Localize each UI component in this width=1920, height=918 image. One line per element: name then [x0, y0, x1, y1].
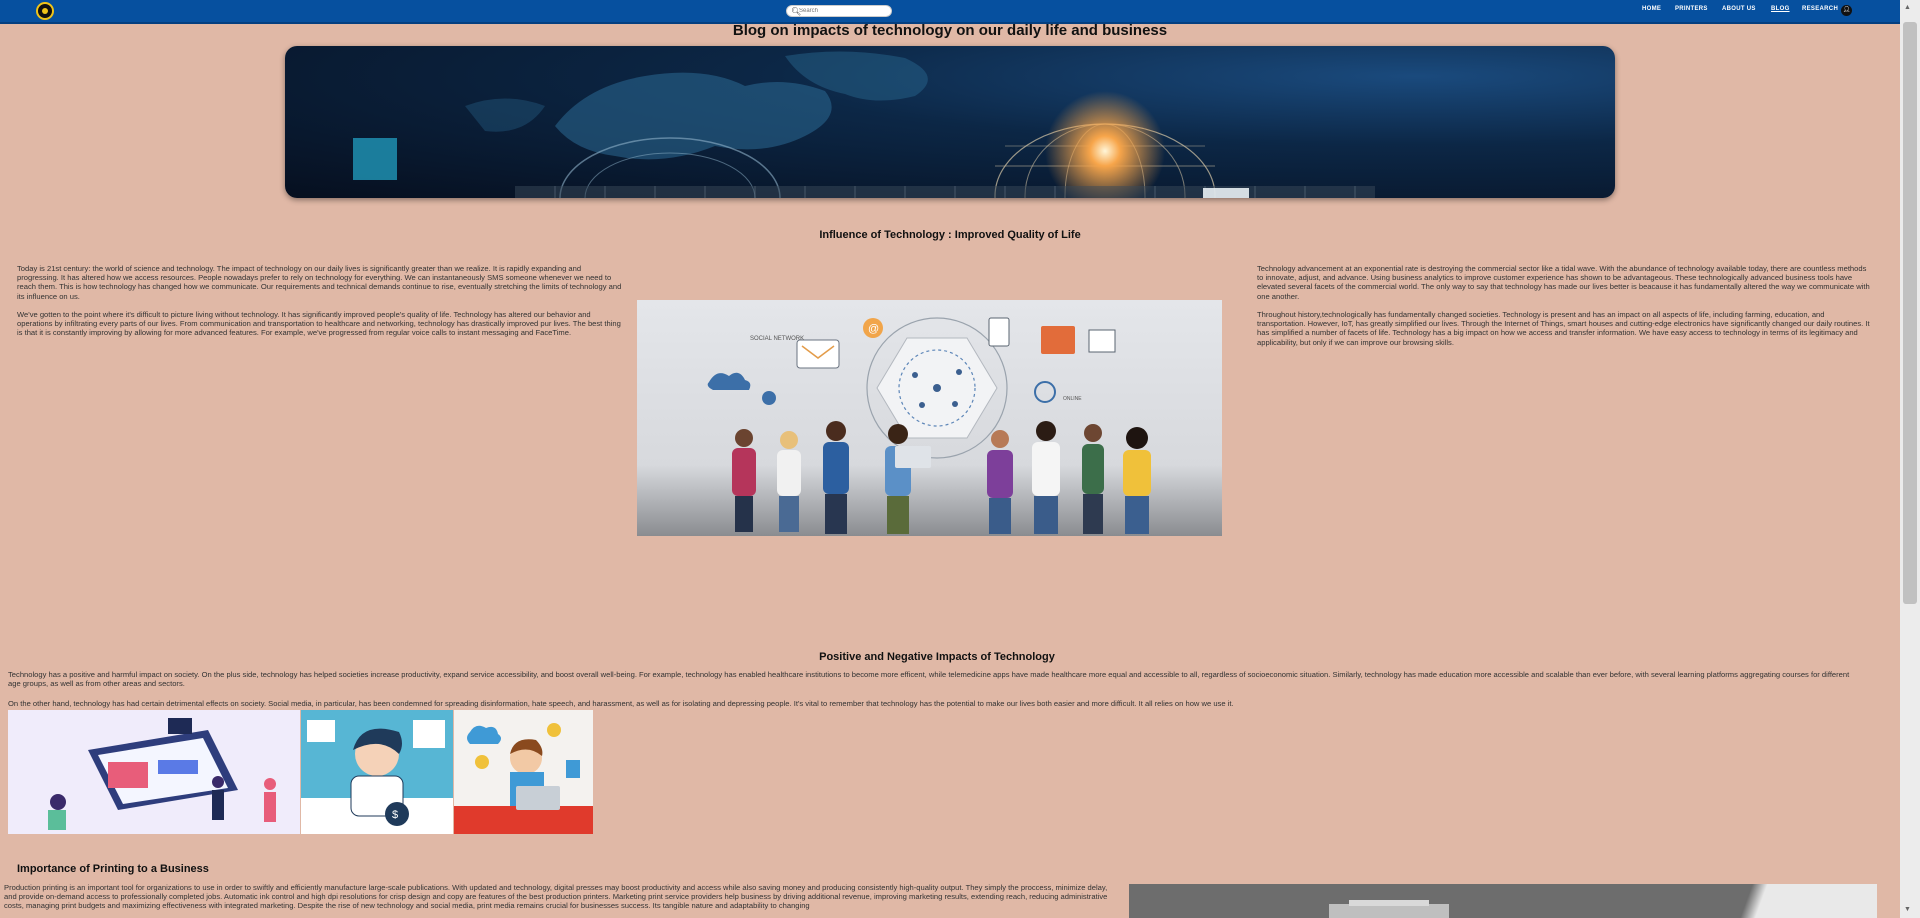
section-title-printing: Importance of Printing to a Business: [17, 863, 209, 875]
online-label: ONLINE: [1063, 396, 1082, 402]
nav-home[interactable]: HOME: [1642, 6, 1661, 12]
printer-illustration: [1329, 900, 1449, 918]
user-avatar-icon[interactable]: 👤︎: [1841, 5, 1852, 16]
developer-laptop-image: [454, 710, 593, 834]
laptop-people-image: [8, 710, 300, 834]
paragraph: We've gotten to the point where it's dif…: [17, 310, 621, 338]
page-title: Blog on impacts of technology on our dai…: [732, 22, 1168, 39]
scrollbar-thumb[interactable]: [1903, 22, 1917, 604]
printer-image: [1129, 884, 1877, 918]
nav-about-us[interactable]: ABOUT US: [1722, 6, 1756, 12]
hero-banner-image: [285, 46, 1615, 198]
technology-people-image: @ SOCIAL NETWORK ONLINE: [637, 300, 1222, 536]
section-title-influence: Influence of Technology : Improved Quali…: [819, 229, 1081, 241]
logo-icon[interactable]: [36, 2, 54, 20]
paragraph: Production printing is an important tool…: [4, 883, 1108, 911]
scroll-down-icon[interactable]: ▼: [1904, 906, 1911, 913]
technology-illustration: @ SOCIAL NETWORK ONLINE: [707, 317, 1151, 534]
scroll-up-icon[interactable]: ▲: [1904, 4, 1911, 11]
top-navbar: 🔍︎ HOME PRINTERS ABOUT US BLOG RESEARCH …: [0, 0, 1920, 24]
hero-illustration: [353, 51, 1375, 198]
section-title-impacts: Positive and Negative Impacts of Technol…: [819, 651, 1055, 663]
nav-research[interactable]: RESEARCH: [1802, 6, 1838, 12]
svg-text:$: $: [392, 809, 398, 821]
nav-blog[interactable]: BLOG: [1771, 6, 1790, 12]
paragraph: Throughout history,technologically has f…: [1257, 310, 1870, 347]
laptop-illustration: [48, 718, 276, 830]
social-network-label: SOCIAL NETWORK: [750, 336, 804, 342]
paragraph: Technology has a positive and harmful im…: [8, 670, 1850, 689]
stressed-illustration: $: [301, 720, 453, 834]
search-box[interactable]: 🔍︎: [786, 5, 892, 17]
stressed-person-image: $: [301, 710, 453, 834]
nav-printers[interactable]: PRINTERS: [1675, 6, 1708, 12]
developer-illustration: [454, 723, 593, 834]
paragraph: Technology advancement at an exponential…: [1257, 264, 1870, 301]
svg-text:@: @: [868, 323, 879, 335]
paragraph: Today is 21st century: the world of scie…: [17, 264, 622, 301]
paragraph: On the other hand, technology has had ce…: [8, 699, 1234, 708]
search-input[interactable]: [799, 6, 887, 16]
